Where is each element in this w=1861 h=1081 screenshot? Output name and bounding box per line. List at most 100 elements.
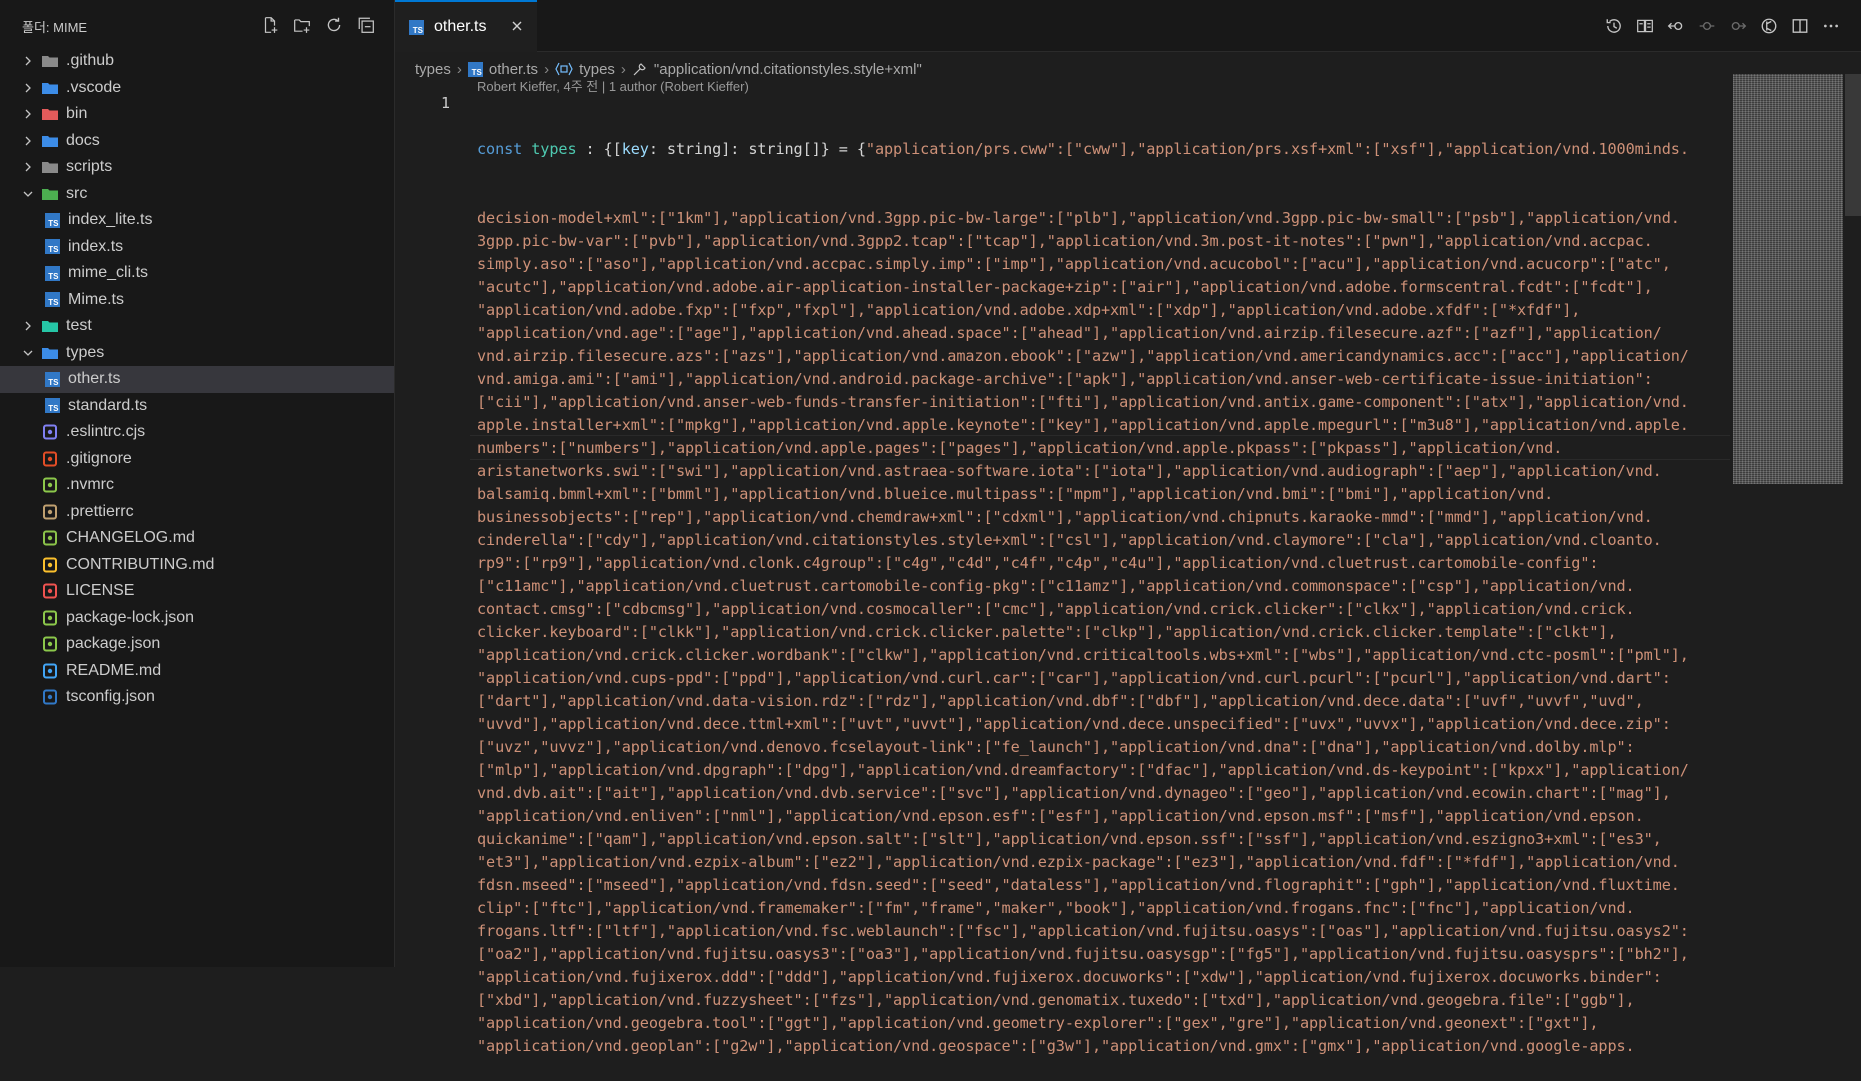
code-line: frogans.ltf":["ltf"],"application/vnd.fs… [477, 922, 1689, 940]
tree-item[interactable]: LICENSE [0, 578, 394, 605]
code-line: decision-model+xml":["1km"],"application… [477, 209, 1680, 227]
tree-item[interactable]: CONTRIBUTING.md [0, 552, 394, 579]
code-line: "application/vnd.fujixerox.ddd":["ddd"],… [477, 968, 1662, 986]
key-token: key [621, 140, 649, 158]
chevron-down-icon [20, 186, 36, 202]
tree-item-label: README.md [66, 661, 162, 679]
compare-changes-icon[interactable] [1635, 16, 1655, 36]
ts-file-icon: TS [42, 238, 62, 256]
tree-item[interactable]: docs [0, 128, 394, 155]
explorer-actions [260, 15, 376, 35]
type-token: : string]: string[]} = { [648, 140, 866, 158]
tree-item[interactable]: test [0, 313, 394, 340]
info-icon [40, 662, 60, 680]
code-line: quickanime":["qam"],"application/vnd.eps… [477, 830, 1662, 848]
code-line: "application/vnd.enliven":["nml"],"appli… [477, 807, 1644, 825]
collapse-all-icon[interactable] [356, 15, 376, 35]
tree-item-label: tsconfig.json [66, 688, 155, 706]
revert-icon[interactable] [1666, 16, 1686, 36]
tree-item[interactable]: types [0, 340, 394, 367]
code-line: ["c11amc"],"application/vnd.cluetrust.ca… [477, 577, 1635, 595]
tree-item[interactable]: .github [0, 48, 394, 75]
tab-label: other.ts [434, 18, 487, 35]
explorer-title: 폴더: MIME [22, 19, 88, 35]
tree-item[interactable]: README.md [0, 658, 394, 685]
breadcrumb-folder[interactable]: types [415, 61, 451, 78]
breadcrumb: types › TS other.ts › types › "applicati… [415, 52, 922, 78]
close-icon[interactable] [509, 18, 525, 34]
code-line: fdsn.mseed":["mseed"],"application/vnd.f… [477, 876, 1680, 894]
open-changes-icon[interactable] [1759, 16, 1779, 36]
tab-other-ts[interactable]: TS other.ts [395, 0, 537, 52]
tree-item[interactable]: src [0, 181, 394, 208]
tree-item[interactable]: tsconfig.json [0, 684, 394, 711]
tree-item[interactable]: .eslintrc.cjs [0, 419, 394, 446]
tree-item-label: standard.ts [68, 396, 148, 414]
code-line: balsamiq.bmml+xml":["bmml"],"application… [477, 485, 1554, 503]
tree-item-label: docs [66, 131, 100, 149]
code-line: vnd.dvb.ait":["ait"],"application/vnd.dv… [477, 784, 1671, 802]
code-editor[interactable]: const types : {[key: string]: string[]} … [477, 92, 1717, 1081]
tree-item-label: index.ts [68, 237, 124, 255]
next-change-icon[interactable] [1728, 16, 1748, 36]
more-actions-icon[interactable] [1821, 16, 1841, 36]
new-folder-icon[interactable] [292, 15, 312, 35]
tree-item[interactable]: TS Mime.ts [0, 287, 394, 314]
timeline-icon[interactable] [1604, 16, 1624, 36]
github-folder-icon [40, 52, 60, 70]
code-line: "application/vnd.crick.clicker.wordbank"… [477, 646, 1689, 664]
code-line: "uvvd"],"application/vnd.dece.ttml+xml":… [477, 715, 1671, 733]
tree-item[interactable]: .gitignore [0, 446, 394, 473]
tree-item[interactable]: .nvmrc [0, 472, 394, 499]
tree-item[interactable]: package-lock.json [0, 605, 394, 632]
code-line: "acutc"],"application/vnd.adobe.air-appl… [477, 278, 1653, 296]
docs-folder-icon [40, 132, 60, 150]
breadcrumb-symbol[interactable]: types [555, 61, 615, 78]
breadcrumb-file[interactable]: TS other.ts [467, 61, 538, 78]
vscode-folder-icon [40, 79, 60, 97]
refresh-icon[interactable] [324, 15, 344, 35]
explorer-header: 폴더: MIME [0, 0, 394, 52]
chevron-down-icon [20, 345, 36, 361]
prettier-icon [40, 503, 60, 521]
tree-item[interactable]: TS standard.ts [0, 393, 394, 420]
tree-item[interactable]: .prettierrc [0, 499, 394, 526]
tree-item[interactable]: TS index.ts [0, 234, 394, 261]
types-folder-icon [40, 344, 60, 362]
code-line: rp9":["rp9"],"application/vnd.clonk.c4gr… [477, 554, 1599, 572]
code-line: clicker.keyboard":["clkk"],"application/… [477, 623, 1617, 641]
chevron-right-icon [20, 53, 36, 69]
tree-item[interactable]: TS other.ts [0, 366, 394, 393]
tree-item[interactable]: package.json [0, 631, 394, 658]
code-line: ["cii"],"application/vnd.anser-web-funds… [477, 393, 1689, 411]
tree-item[interactable]: scripts [0, 154, 394, 181]
git-icon [40, 450, 60, 468]
variable-symbol-icon [555, 62, 573, 76]
tree-item[interactable]: TS mime_cli.ts [0, 260, 394, 287]
chevron-right-icon [20, 133, 36, 149]
code-line: numbers":["numbers"],"application/vnd.ap… [477, 439, 1563, 457]
new-file-icon[interactable] [260, 15, 280, 35]
tree-item-label: mime_cli.ts [68, 264, 149, 282]
tree-item-label: .nvmrc [66, 476, 114, 494]
vertical-scrollbar[interactable] [1845, 74, 1861, 216]
tree-item[interactable]: bin [0, 101, 394, 128]
breadcrumb-property[interactable]: "application/vnd.citationstyles.style+xm… [632, 61, 922, 78]
ts-file-icon: TS [409, 19, 424, 35]
tree-item-label: package-lock.json [66, 608, 195, 626]
bin-folder-icon [40, 105, 60, 123]
code-line: vnd.airzip.filesecure.azs":["azs"],"appl… [477, 347, 1689, 365]
code-line: clip":["ftc"],"application/vnd.framemake… [477, 899, 1635, 917]
tree-item[interactable]: CHANGELOG.md [0, 525, 394, 552]
changelog-icon [40, 529, 60, 547]
chevron-right-icon: › [544, 60, 550, 78]
tree-item[interactable]: .vscode [0, 75, 394, 102]
minimap[interactable] [1733, 74, 1843, 484]
code-line: "application/vnd.age":["age"],"applicati… [477, 324, 1662, 342]
breadcrumb-symbol-label: types [579, 60, 615, 78]
chevron-right-icon [20, 106, 36, 122]
tree-item[interactable]: TS index_lite.ts [0, 207, 394, 234]
code-line: ["dart"],"application/vnd.data-vision.rd… [477, 692, 1644, 710]
previous-change-icon[interactable] [1697, 16, 1717, 36]
split-editor-icon[interactable] [1790, 16, 1810, 36]
